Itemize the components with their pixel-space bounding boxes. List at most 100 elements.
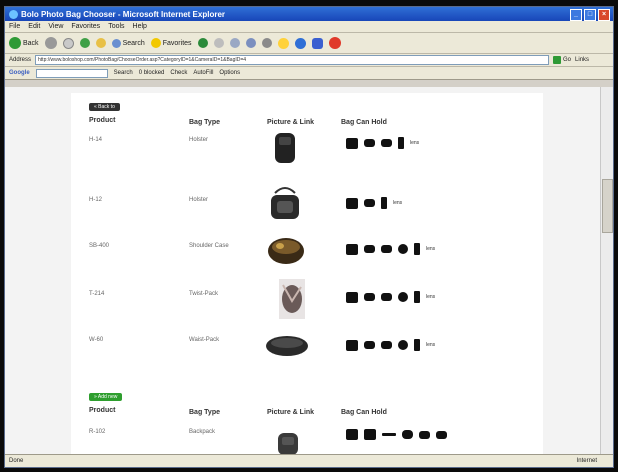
more-text: lens: [426, 294, 436, 300]
window-title: Bolo Photo Bag Chooser - Microsoft Inter…: [21, 9, 226, 19]
lens-icon: [381, 293, 392, 301]
gear-icons: lens: [346, 243, 435, 255]
google-toolbar: Google Search 0 blocked Check AutoFill O…: [5, 67, 613, 80]
header-picture: Picture & Link: [267, 409, 315, 416]
bag-photo-link[interactable]: [265, 333, 309, 359]
camera-icon: [346, 291, 358, 303]
lens-icon: [419, 430, 430, 439]
camera-icon: [346, 243, 358, 255]
flash-icon: [398, 137, 404, 149]
autofill-button[interactable]: AutoFill: [193, 70, 213, 76]
lens-icon: [364, 293, 375, 301]
browser-window: Bolo Photo Bag Chooser - Microsoft Inter…: [4, 6, 614, 468]
search-button[interactable]: Search: [111, 38, 145, 48]
bag-photo-link[interactable]: [271, 131, 299, 165]
flash-icon: [414, 243, 420, 255]
print-icon[interactable]: [245, 38, 256, 48]
go-label: Go: [563, 57, 572, 63]
bag-photo-link[interactable]: [265, 233, 307, 267]
lens-icon: [364, 341, 375, 349]
google-options-button[interactable]: Options: [219, 70, 240, 76]
favorites-button[interactable]: Favorites: [150, 38, 192, 48]
ie-icon: [9, 9, 18, 19]
stop-icon[interactable]: [62, 37, 74, 49]
menu-edit[interactable]: Edit: [28, 23, 40, 30]
vertical-scrollbar[interactable]: [600, 87, 613, 455]
google-search-input[interactable]: [35, 68, 108, 78]
bag-type: Twist-Pack: [189, 291, 219, 297]
menu-bar: File Edit View Favorites Tools Help: [5, 21, 613, 33]
product-code: W-60: [89, 337, 104, 343]
bag-chooser-page: « Back to Product Bag Type Picture & Lin…: [71, 93, 543, 455]
bag-type: Backpack: [189, 429, 216, 435]
minimize-button[interactable]: _: [570, 9, 582, 21]
search-label: Search: [122, 39, 145, 47]
zone-text: Internet: [576, 458, 597, 464]
product-code: H-14: [89, 137, 103, 143]
flash-icon: [414, 339, 420, 351]
menu-help[interactable]: Help: [133, 23, 147, 30]
camera-icon: [364, 429, 376, 440]
title-bar: Bolo Photo Bag Chooser - Microsoft Inter…: [5, 7, 613, 21]
back-arrow-icon: [9, 37, 21, 49]
more-text: lens: [426, 246, 436, 252]
bag-type: Holster: [189, 197, 209, 203]
menu-favorites[interactable]: Favorites: [71, 23, 100, 30]
refresh-icon[interactable]: [79, 38, 90, 48]
stop-sign-icon[interactable]: [328, 37, 341, 49]
lens-cap-icon: [398, 244, 408, 254]
google-logo: Google: [9, 70, 30, 76]
status-text: Done: [9, 458, 24, 464]
go-button[interactable]: Go: [553, 56, 571, 64]
bag-photo-link[interactable]: [267, 183, 303, 223]
close-button[interactable]: ×: [598, 9, 610, 21]
gear-icons: lens: [346, 137, 419, 149]
history-icon[interactable]: [213, 38, 224, 48]
links-button[interactable]: Links: [575, 57, 589, 63]
address-bar: Address http://www.boloshop.com/PhotoBag…: [5, 54, 613, 67]
header-bag-type: Bag Type: [189, 409, 220, 416]
maximize-button[interactable]: □: [584, 9, 596, 21]
gear-icons: lens: [346, 339, 435, 351]
lens-cap-icon: [398, 292, 408, 302]
messenger-icon[interactable]: [294, 37, 306, 49]
gear-icons: lens: [346, 197, 402, 209]
menu-tools[interactable]: Tools: [108, 23, 124, 30]
lens-icon: [364, 139, 375, 147]
popup-blocked-button[interactable]: 0 blocked: [139, 70, 165, 76]
spell-check-button[interactable]: Check: [170, 70, 187, 76]
toolbar: Back Search Favorites: [5, 33, 613, 54]
back-button[interactable]: Back: [9, 37, 39, 49]
add-new-button[interactable]: » Add new: [89, 393, 123, 401]
header-product: Product: [89, 407, 116, 414]
bag-photo-link[interactable]: [275, 431, 301, 455]
bag-photo-link[interactable]: [277, 279, 307, 319]
address-input[interactable]: http://www.boloshop.com/PhotoBag/ChooseO…: [35, 55, 550, 65]
bag-type: Holster: [189, 137, 209, 143]
camera-icon: [346, 137, 358, 149]
menu-view[interactable]: View: [48, 23, 63, 30]
edit-icon[interactable]: [261, 38, 272, 48]
mail-icon[interactable]: [229, 38, 240, 48]
lens-cap-icon: [398, 340, 408, 350]
bluetooth-icon[interactable]: [311, 37, 323, 49]
menu-file[interactable]: File: [9, 23, 20, 30]
header-picture: Picture & Link: [267, 119, 315, 126]
more-text: lens: [410, 140, 420, 146]
home-icon[interactable]: [95, 38, 106, 48]
camera-icon: [346, 339, 358, 351]
go-arrow-icon: [553, 56, 562, 64]
folder-icon[interactable]: [277, 37, 289, 49]
page-content: « Back to Product Bag Type Picture & Lin…: [5, 87, 613, 455]
forward-arrow-icon[interactable]: [44, 37, 57, 49]
back-to-button[interactable]: « Back to: [89, 103, 120, 111]
media-icon[interactable]: [197, 38, 208, 48]
address-label: Address: [9, 57, 32, 63]
favorites-label: Favorites: [162, 39, 192, 47]
lens-icon: [381, 139, 392, 147]
google-search-button[interactable]: Search: [114, 70, 133, 76]
scrollbar-thumb[interactable]: [602, 179, 613, 233]
product-code: R-102: [89, 429, 106, 435]
lens-icon: [364, 199, 375, 207]
gear-icons: [346, 429, 447, 440]
